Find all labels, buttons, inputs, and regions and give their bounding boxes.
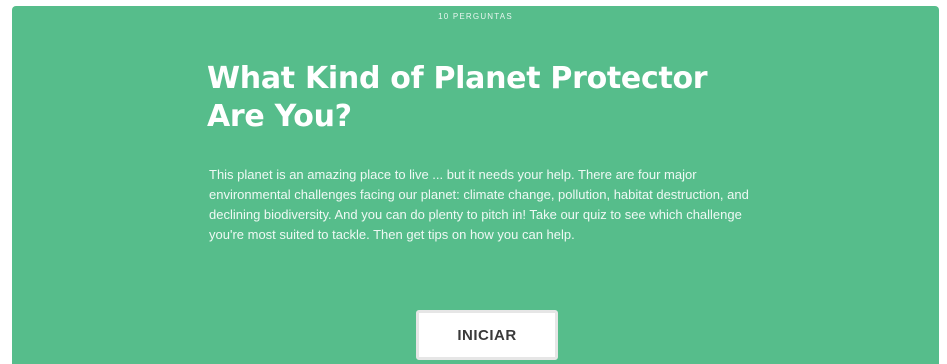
question-count: 10 PERGUNTAS: [438, 12, 513, 21]
quiz-page: 10 PERGUNTAS What Kind of Planet Protect…: [0, 0, 947, 364]
quiz-intro-card: 10 PERGUNTAS What Kind of Planet Protect…: [12, 6, 939, 364]
quiz-description: This planet is an amazing place to live …: [209, 167, 749, 242]
start-quiz-button[interactable]: INICIAR: [416, 310, 558, 360]
quiz-title: What Kind of Planet Protector Are You?: [207, 61, 708, 134]
